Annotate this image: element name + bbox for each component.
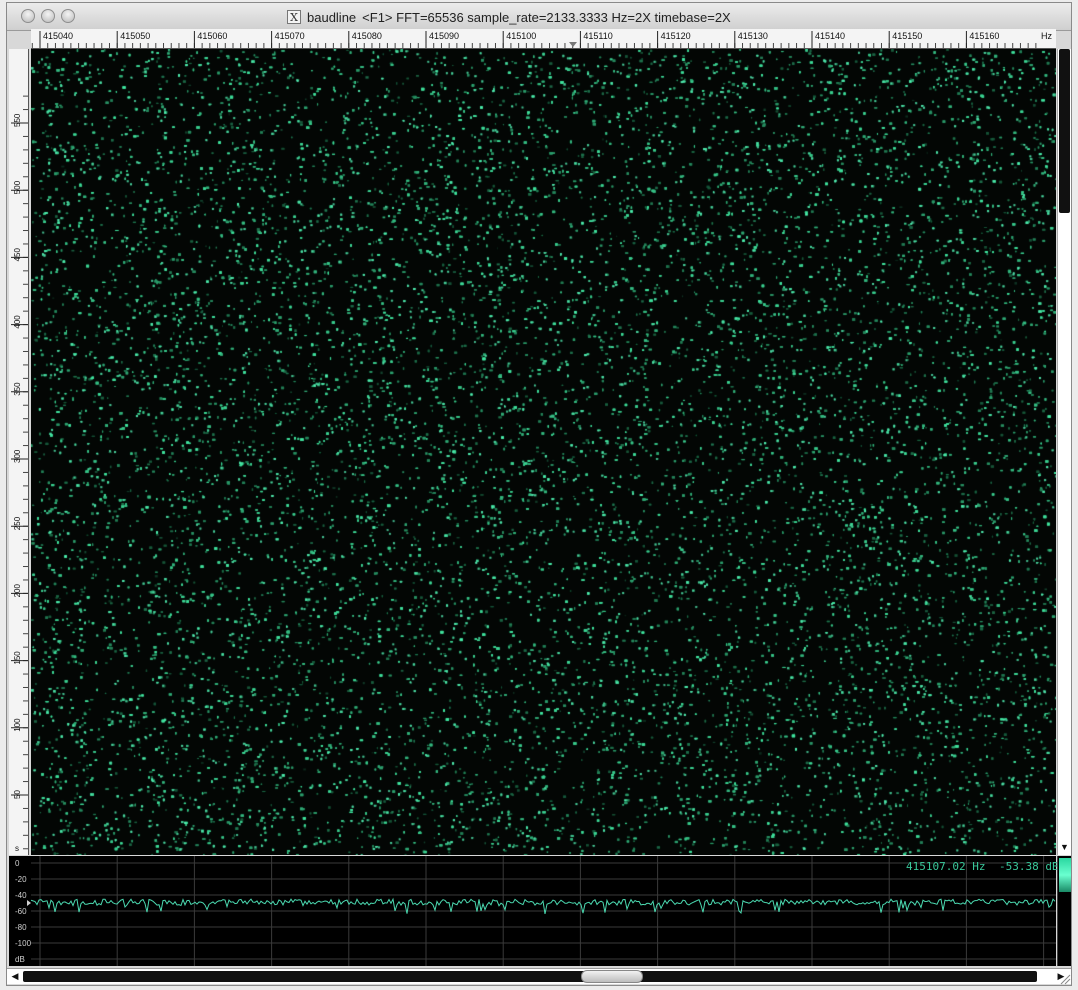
zoom-button[interactable] [61,9,75,23]
frequency-tick-label: 415130 [738,31,768,41]
x11-app-icon: X [287,10,301,24]
time-ruler[interactable]: 550 500 450 400 350 300 250 200 150 100 50 s [9,49,29,855]
time-tick-label: 300 [13,449,22,463]
db-tick-label: -80 [15,923,27,932]
vertical-scroll-thumb[interactable] [1059,49,1070,213]
spectrum-panel: 0 -20 -40 -60 -80 -100 dB 415107.02 Hz -53.38 … [9,856,1059,966]
cursor-marker-icon [569,42,577,47]
level-meter-fill [1059,858,1071,892]
time-tick-label: 150 [13,651,22,665]
spectrum-plot-svg[interactable] [30,856,1056,966]
close-button[interactable] [21,9,35,23]
db-tick-label: -40 [15,891,27,900]
frequency-tick-label: 415050 [120,31,150,41]
spectrogram-display[interactable] [31,49,1056,855]
time-tick-label: 50 [13,790,22,799]
time-tick-label: 100 [13,718,22,732]
frequency-tick-label: 415160 [969,31,999,41]
spectrum-plot[interactable]: 415107.02 Hz -53.38 dB [30,856,1059,966]
frequency-readout: 415107.02 Hz [906,860,986,873]
title-bar[interactable]: X baudline <F1> FFT=65536 sample_rate=21… [7,3,1071,31]
frequency-tick-label: 415100 [506,31,536,41]
frequency-tick-label: 415140 [815,31,845,41]
time-tick-label: 200 [13,584,22,598]
time-tick-label: 250 [13,516,22,530]
level-meter [1057,856,1071,966]
baudline-window: X baudline <F1> FFT=65536 sample_rate=21… [6,2,1072,986]
time-tick-label: 550 [13,113,22,127]
db-axis: 0 -20 -40 -60 -80 -100 dB [9,856,32,966]
horizontal-scroll-track[interactable] [23,971,1037,982]
db-tick-label: -60 [15,907,27,916]
spectrum-trace [30,897,1056,915]
frequency-tick-label: 415120 [661,31,691,41]
time-tick-label: 400 [13,315,22,329]
frequency-tick-label: 415080 [352,31,382,41]
scroll-left-arrow-icon[interactable]: ◀ [9,971,21,982]
db-tick-label: -100 [15,939,31,948]
db-tick-label: 0 [15,859,20,868]
time-tick-label: 500 [13,180,22,194]
resize-grip-icon[interactable] [1059,973,1071,985]
frequency-ruler-svg: 415040 415050 415060 415070 415080 415090 4151… [31,31,1052,48]
time-unit-label: s [15,844,19,853]
db-unit-label: dB [15,955,25,964]
time-tick-label: 450 [13,248,22,262]
time-ruler-svg: 550 500 450 400 350 300 250 200 150 100 50 s [11,95,28,853]
minimize-button[interactable] [41,9,55,23]
spectrogram-canvas[interactable] [31,49,1056,855]
db-tick-label: -20 [15,875,27,884]
frequency-tick-label: 415070 [275,31,305,41]
horizontal-scrollbar[interactable]: ◀ ▶ [7,968,1071,984]
db-readout: -53.38 dB [999,860,1059,873]
scroll-down-arrow-icon[interactable]: ▼ [1059,841,1070,853]
vertical-scrollbar[interactable]: ▼ [1057,49,1071,855]
time-tick-label: 350 [13,382,22,396]
frequency-ruler[interactable]: 415040 415050 415060 415070 415080 415090 4151… [31,29,1056,49]
frequency-tick-label: 415040 [43,31,73,41]
app-name: baudline [307,9,357,25]
frequency-tick-label: 415060 [197,31,227,41]
frequency-tick-label: 415110 [583,31,612,41]
db-axis-svg: 0 -20 -40 -60 -80 -100 dB [15,859,32,964]
frequency-tick-label: 415090 [429,31,459,41]
frequency-unit-label: Hz [1041,31,1052,41]
window-title: X baudline <F1> FFT=65536 sample_rate=21… [287,8,731,26]
frequency-tick-label: 415150 [892,31,922,41]
title-details: <F1> FFT=65536 sample_rate=2133.3333 Hz=… [362,9,731,25]
horizontal-scroll-thumb[interactable] [581,970,643,983]
